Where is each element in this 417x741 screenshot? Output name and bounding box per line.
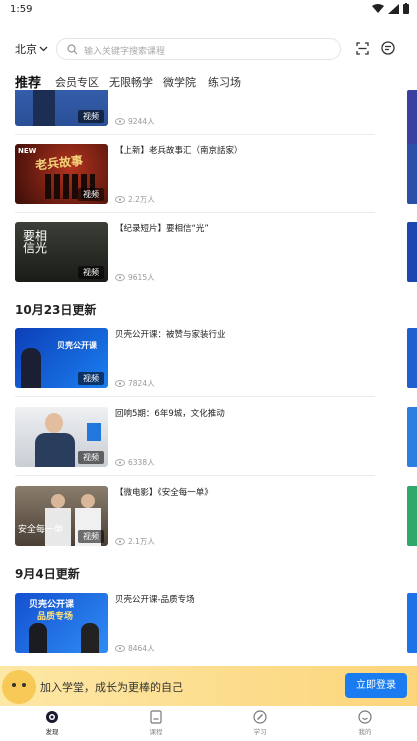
view-count-text: 9244人 (128, 117, 155, 126)
category-tabs: 推荐 会员专区 无限畅学 微学院 练习场 (0, 72, 417, 91)
video-title[interactable]: 贝壳公开课：被赞与家装行业 (115, 328, 226, 340)
nav-label: 发现 (45, 728, 59, 736)
video-tag: 视频 (78, 266, 104, 279)
nav-learning[interactable]: 学习 (230, 710, 290, 736)
eye-icon (115, 538, 125, 545)
section-header: 10月23日更新 (15, 303, 97, 317)
video-title[interactable]: 【纪录短片】要相信“光” (115, 222, 209, 234)
thumb-caption: 老兵故事 (34, 153, 84, 173)
thumb-caption: 贝壳公开课 (57, 341, 97, 350)
next-column-thumbnail[interactable] (407, 486, 417, 546)
nav-label: 我的 (358, 728, 372, 736)
view-count-text: 2.1万人 (128, 537, 155, 546)
login-button[interactable]: 立即登录 (345, 673, 407, 698)
signal-icon (388, 3, 399, 14)
thumb-caption: 品质专场 (37, 612, 74, 622)
video-tag: 视频 (78, 372, 104, 385)
view-count: 8464人 (115, 643, 155, 654)
video-thumbnail[interactable]: 视频 (15, 407, 108, 467)
tab-recommend[interactable]: 推荐 (15, 72, 41, 91)
view-count-text: 2.2万人 (128, 195, 155, 204)
video-tag: 视频 (78, 530, 104, 543)
mascot-icon (2, 670, 36, 704)
city-label: 北京 (15, 43, 37, 56)
view-count: 6338人 (115, 457, 155, 468)
city-selector[interactable]: 北京 (15, 41, 48, 57)
feed-list[interactable]: 视频 9244人 NEW 老兵故事 视频 【上新】老兵故事汇（南京話家） 2.2… (0, 90, 417, 666)
video-thumbnail[interactable]: NEW 老兵故事 视频 (15, 144, 108, 204)
video-title[interactable]: 贝壳公开课-品质专场 (115, 593, 195, 605)
eye-icon (115, 196, 125, 203)
nav-discover[interactable]: 发现 (22, 710, 82, 736)
thumb-caption: 安全每一单 (18, 525, 64, 535)
tab-member[interactable]: 会员专区 (55, 74, 99, 90)
video-title[interactable]: 【上新】老兵故事汇（南京話家） (115, 144, 243, 156)
video-title[interactable]: 【微电影】《安全每一单》 (115, 486, 213, 498)
banner-text: 加入学堂，成长为更棒的自己 (40, 681, 183, 694)
eye-icon (115, 645, 125, 652)
status-time: 1:59 (10, 4, 33, 15)
view-count-text: 9615人 (128, 273, 155, 282)
video-thumbnail[interactable]: 贝壳公开课 品质专场 (15, 593, 108, 653)
message-icon[interactable] (381, 41, 395, 55)
search-placeholder: 输入关键字搜索课程 (84, 47, 166, 57)
view-count: 9244人 (115, 116, 155, 127)
search-icon (67, 44, 78, 55)
search-row: 北京 输入关键字搜索课程 (0, 36, 417, 62)
video-tag: 视频 (78, 110, 104, 123)
profile-icon (358, 710, 372, 724)
nav-label: 学习 (253, 728, 267, 736)
video-thumbnail[interactable]: 安全每一单 视频 (15, 486, 108, 546)
tab-micro-college[interactable]: 微学院 (163, 74, 196, 90)
view-count: 7824人 (115, 378, 155, 389)
view-count: 9615人 (115, 272, 155, 283)
course-icon (150, 710, 162, 724)
divider (15, 212, 375, 213)
nav-courses[interactable]: 课程 (126, 710, 186, 736)
chevron-down-icon (39, 46, 48, 52)
next-column-thumbnail[interactable] (407, 328, 417, 388)
join-banner[interactable]: 加入学堂，成长为更棒的自己 立即登录 (0, 666, 417, 706)
next-column-thumbnail[interactable] (407, 90, 417, 150)
status-icons (372, 3, 409, 14)
status-bar: 1:59 (0, 0, 417, 22)
search-input[interactable]: 输入关键字搜索课程 (56, 38, 341, 60)
eye-icon (115, 459, 125, 466)
section-header: 9月4日更新 (15, 567, 80, 581)
video-title[interactable]: 回响5期：6年9城，文化推动 (115, 407, 225, 419)
video-thumbnail[interactable]: 视频 (15, 90, 108, 126)
next-column-thumbnail[interactable] (407, 144, 417, 204)
scan-icon[interactable] (356, 42, 369, 55)
nav-label: 课程 (149, 728, 163, 736)
divider (15, 396, 375, 397)
view-count-text: 8464人 (128, 644, 155, 653)
study-icon (253, 710, 267, 724)
battery-icon (403, 3, 409, 14)
eye-icon (115, 274, 125, 281)
next-column-thumbnail[interactable] (407, 593, 417, 653)
thumb-caption: 要相信光 (23, 229, 48, 255)
bottom-nav: 发现 课程 学习 我的 (0, 706, 417, 741)
eye-icon (115, 380, 125, 387)
divider (15, 134, 375, 135)
view-count: 2.1万人 (115, 536, 155, 547)
tab-practice[interactable]: 练习场 (208, 74, 241, 90)
next-column-thumbnail[interactable] (407, 407, 417, 467)
discover-icon (46, 711, 58, 723)
tab-unlimited[interactable]: 无限畅学 (109, 74, 153, 90)
wifi-icon (372, 3, 384, 13)
eye-icon (115, 118, 125, 125)
video-tag: 视频 (78, 188, 104, 201)
divider (15, 475, 375, 476)
video-tag: 视频 (78, 451, 104, 464)
view-count: 2.2万人 (115, 194, 155, 205)
view-count-text: 7824人 (128, 379, 155, 388)
view-count-text: 6338人 (128, 458, 155, 467)
nav-mine[interactable]: 我的 (335, 710, 395, 736)
video-thumbnail[interactable]: 要相信光 视频 (15, 222, 108, 282)
next-column-thumbnail[interactable] (407, 222, 417, 282)
new-badge: NEW (18, 147, 37, 155)
video-thumbnail[interactable]: 贝壳公开课 视频 (15, 328, 108, 388)
